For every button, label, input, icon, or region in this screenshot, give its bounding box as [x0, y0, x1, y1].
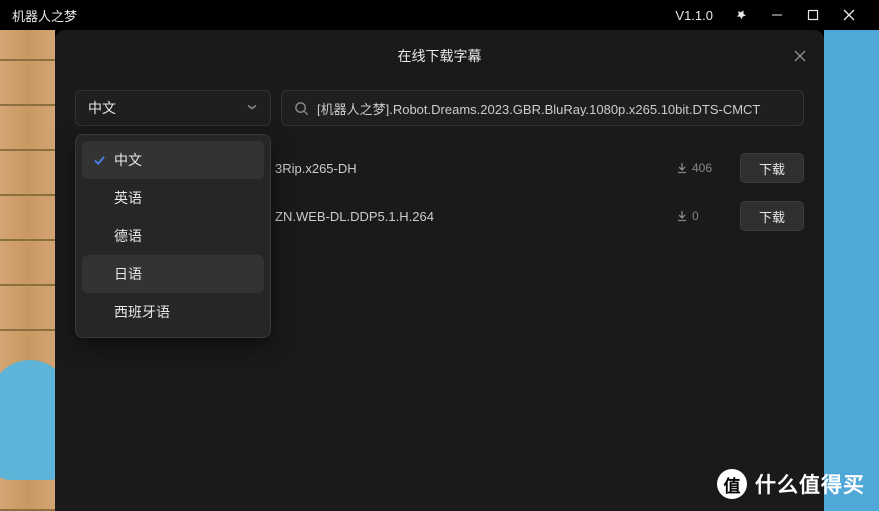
- subtitle-modal: 在线下载字幕 中文 3Rip.x265-DH406下载ZN.WEB-DL.DDP…: [55, 30, 824, 511]
- version-label: V1.1.0: [675, 8, 713, 23]
- chevron-down-icon: [246, 100, 258, 116]
- download-icon: [676, 162, 688, 174]
- language-option[interactable]: 英语: [82, 179, 264, 217]
- download-count: 406: [676, 161, 728, 175]
- search-icon: [294, 101, 309, 116]
- language-option-label: 德语: [114, 226, 142, 246]
- pin-button[interactable]: [723, 0, 759, 30]
- controls-row: 中文: [55, 82, 824, 140]
- language-option-label: 日语: [114, 264, 142, 284]
- download-button[interactable]: 下载: [740, 201, 804, 231]
- modal-header: 在线下载字幕: [55, 30, 824, 82]
- watermark-badge: 值: [717, 469, 747, 499]
- modal-title: 在线下载字幕: [398, 46, 482, 66]
- titlebar: 机器人之梦 V1.1.0: [0, 0, 879, 30]
- pin-icon: [735, 9, 747, 21]
- language-option[interactable]: 日语: [82, 255, 264, 293]
- maximize-button[interactable]: [795, 0, 831, 30]
- modal-close-button[interactable]: [788, 44, 812, 68]
- language-select[interactable]: 中文: [75, 90, 271, 126]
- download-icon: [676, 210, 688, 222]
- watermark: 值 什么值得买: [717, 469, 865, 499]
- close-icon: [843, 9, 855, 21]
- language-option[interactable]: 德语: [82, 217, 264, 255]
- close-icon: [793, 49, 807, 63]
- check-icon: [92, 154, 106, 167]
- close-window-button[interactable]: [831, 0, 867, 30]
- language-dropdown: 中文英语德语日语西班牙语: [75, 134, 271, 338]
- download-button[interactable]: 下载: [740, 153, 804, 183]
- window-title: 机器人之梦: [12, 6, 675, 25]
- language-option[interactable]: 西班牙语: [82, 293, 264, 331]
- language-option-label: 英语: [114, 188, 142, 208]
- minimize-icon: [771, 9, 783, 21]
- watermark-text: 什么值得买: [755, 469, 865, 499]
- maximize-icon: [807, 9, 819, 21]
- minimize-button[interactable]: [759, 0, 795, 30]
- language-option-label: 西班牙语: [114, 302, 170, 322]
- search-input[interactable]: [317, 101, 791, 116]
- download-count: 0: [676, 209, 728, 223]
- backdrop-art-right: [824, 30, 879, 511]
- language-option-label: 中文: [114, 150, 142, 170]
- language-option[interactable]: 中文: [82, 141, 264, 179]
- search-box[interactable]: [281, 90, 804, 126]
- language-select-value: 中文: [88, 98, 116, 118]
